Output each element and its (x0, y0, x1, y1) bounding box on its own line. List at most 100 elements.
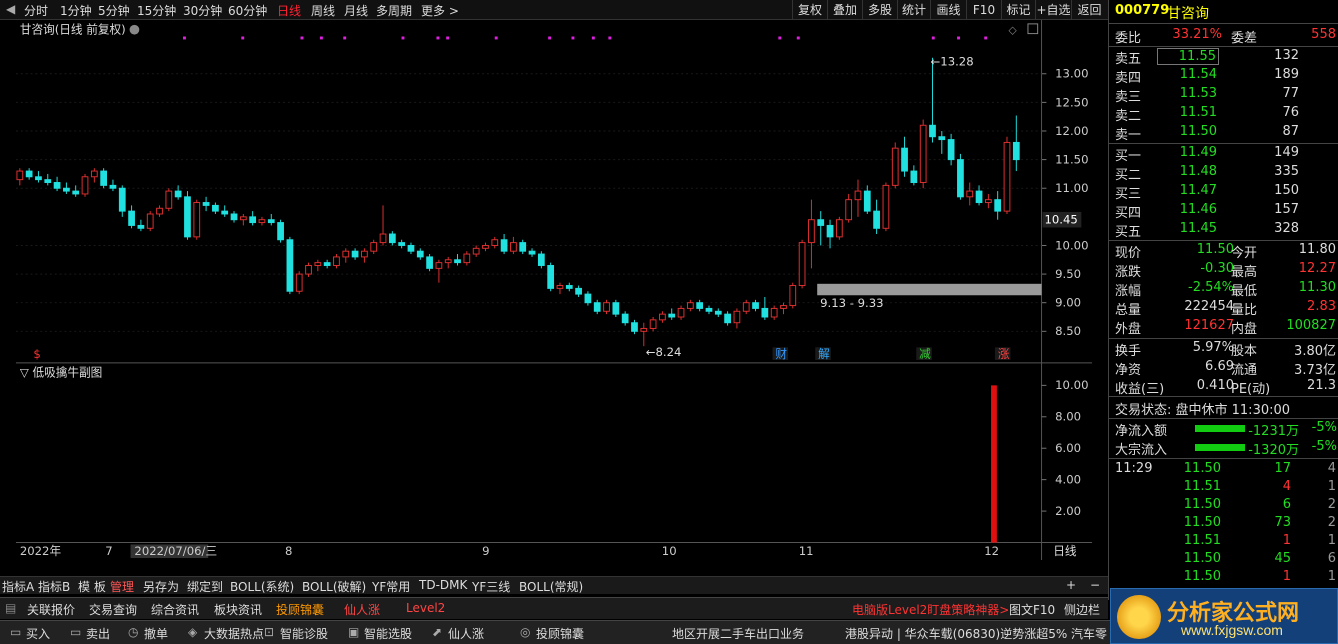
candle-body (640, 327, 648, 332)
period-tab[interactable]: 月线 (344, 2, 368, 19)
signal-dot (319, 36, 323, 40)
event-mark[interactable]: 财 (775, 347, 787, 361)
info-tab[interactable]: 仙人涨 (344, 601, 380, 618)
action-icon[interactable]: ▣ (348, 625, 359, 639)
period-tab[interactable]: 60分钟 (228, 2, 267, 19)
toolbar-button[interactable]: 多股 (862, 0, 897, 20)
panel-icon[interactable]: ▤ (5, 601, 16, 615)
info-tab[interactable]: 综合资讯 (151, 601, 199, 618)
y-tick-label: 9.50 (1055, 267, 1081, 281)
action-icon[interactable]: ◷ (128, 625, 138, 639)
high-label: ←13.28 (931, 55, 974, 69)
candle-body (128, 210, 135, 226)
candle-body (35, 176, 42, 181)
action-icon[interactable]: ⬈ (432, 625, 442, 639)
action-icon[interactable]: ▭ (70, 625, 81, 639)
toolbar-button[interactable]: +自选 (1035, 0, 1071, 20)
action-button[interactable]: 买入 (26, 625, 50, 642)
period-tab[interactable]: 30分钟 (183, 2, 222, 19)
signal-bar (991, 385, 997, 543)
candle-body (603, 302, 610, 312)
candle-body (556, 285, 564, 289)
action-button[interactable]: 卖出 (86, 625, 110, 642)
stat-row: 现价 11.50 今开 11.80 (1115, 242, 1336, 261)
indicator-tab[interactable]: 指标B (38, 578, 70, 595)
signal-dot (796, 36, 800, 40)
candle-body (780, 305, 787, 309)
toolbar-button[interactable]: F10 (966, 0, 1001, 20)
event-mark[interactable]: $ (33, 347, 40, 361)
period-axis-tag[interactable]: 日线 (1053, 544, 1077, 558)
signal-dot (494, 36, 498, 40)
candle-body (584, 293, 592, 304)
period-tab[interactable]: 5分钟 (98, 2, 130, 19)
promo-link[interactable]: 电脑版Level2盯盘策略神器> (852, 601, 1009, 618)
action-icon[interactable]: ◎ (520, 625, 530, 639)
period-tab[interactable]: 1分钟 (60, 2, 92, 19)
candle-body (789, 285, 797, 307)
sub-y-tick-label: 2.00 (1055, 504, 1081, 518)
period-tab[interactable]: 周线 (311, 2, 335, 19)
indicator-tab[interactable]: 绑定到 (187, 578, 223, 595)
candle-body (873, 210, 880, 229)
toolbar-button[interactable]: 统计 (897, 0, 930, 20)
action-button[interactable]: 大数据热点 (204, 625, 264, 642)
zoom-out-icon[interactable]: − (1090, 578, 1100, 592)
indicator-tab[interactable]: 管理 (110, 578, 134, 595)
action-button[interactable]: 投顾锦囊 (536, 625, 584, 642)
candle-body (342, 250, 350, 258)
zoom-in-icon[interactable]: + (1066, 578, 1076, 592)
action-button[interactable]: 智能选股 (364, 625, 412, 642)
indicator-tab[interactable]: 另存为 (143, 578, 179, 595)
period-tab[interactable]: 日线 (277, 2, 301, 19)
info-tab[interactable]: 板块资讯 (214, 601, 262, 618)
period-tab[interactable]: 15分钟 (137, 2, 176, 19)
info-tab[interactable]: 投顾锦囊 (276, 601, 324, 618)
ticker-news-2[interactable]: 港股异动 | 华众车载(06830)逆势涨超5% 汽车零部件行 (845, 625, 1107, 642)
action-icon[interactable]: ⊡ (264, 625, 274, 639)
stat-row: 总量 222454 量比 2.83 (1115, 299, 1336, 318)
indicator-tab[interactable]: BOLL(常规) (519, 578, 583, 595)
toolbar-button[interactable]: 复权 (792, 0, 827, 20)
ask-level: 卖三 11.53 77 (1115, 86, 1299, 105)
toolbar-button[interactable]: 画线 (930, 0, 966, 20)
indicator-tab[interactable]: 指标A (2, 578, 34, 595)
candle-body (472, 247, 480, 255)
signal-dot (241, 36, 245, 40)
indicator-tab[interactable]: BOLL(破解) (302, 578, 366, 595)
indicator-tab[interactable]: 模 板 (78, 578, 106, 595)
toolbar-button[interactable]: 返回 (1071, 0, 1107, 20)
f10-tab[interactable]: 图文F10 (1009, 601, 1055, 618)
toolbar-button[interactable]: 叠加 (827, 0, 862, 20)
indicator-tab[interactable]: YF三线 (472, 578, 510, 595)
chevron-down-icon[interactable] (129, 24, 140, 35)
action-icon[interactable]: ▭ (10, 625, 21, 639)
indicator-tab[interactable]: TD-DMK (419, 578, 467, 592)
signal-dot (957, 36, 960, 40)
range-bar (817, 283, 1042, 296)
action-button[interactable]: 撤单 (144, 625, 168, 642)
menu-icon[interactable]: ◀ (6, 2, 15, 16)
toolbar-button[interactable]: 标记 (1001, 0, 1035, 20)
action-button[interactable]: 智能诊股 (280, 625, 328, 642)
indicator-tab[interactable]: YF常用 (372, 578, 410, 595)
candle-body (407, 244, 415, 252)
sub-chart-title: ▽ 低吸擒牛副图 (20, 365, 103, 379)
event-mark[interactable]: 减 (919, 347, 931, 361)
info-tab[interactable]: 关联报价 (27, 601, 75, 618)
diamond-icon[interactable]: ◇ (1009, 24, 1018, 37)
period-tab[interactable]: 分时 (24, 2, 48, 19)
period-tab[interactable]: 多周期 (376, 2, 412, 19)
ticker-news[interactable]: 地区开展二手车出口业务 (672, 625, 804, 642)
sidebar-tab[interactable]: 侧边栏 (1064, 601, 1100, 618)
event-mark[interactable]: 解 (818, 347, 830, 361)
event-mark[interactable]: 涨 (998, 347, 1010, 361)
period-tab[interactable]: 更多 > (421, 2, 459, 19)
indicator-tab[interactable]: BOLL(系统) (230, 578, 294, 595)
candle-body (72, 190, 80, 195)
kline-chart[interactable]: 13.00 12.50 12.00 11.50 11.00 10.00 9.50 9.00 8.… (0, 20, 1108, 560)
info-tab[interactable]: Level2 (406, 601, 445, 615)
action-button[interactable]: 仙人涨 (448, 625, 484, 642)
action-icon[interactable]: ◈ (188, 625, 197, 639)
info-tab[interactable]: 交易查询 (89, 601, 137, 618)
